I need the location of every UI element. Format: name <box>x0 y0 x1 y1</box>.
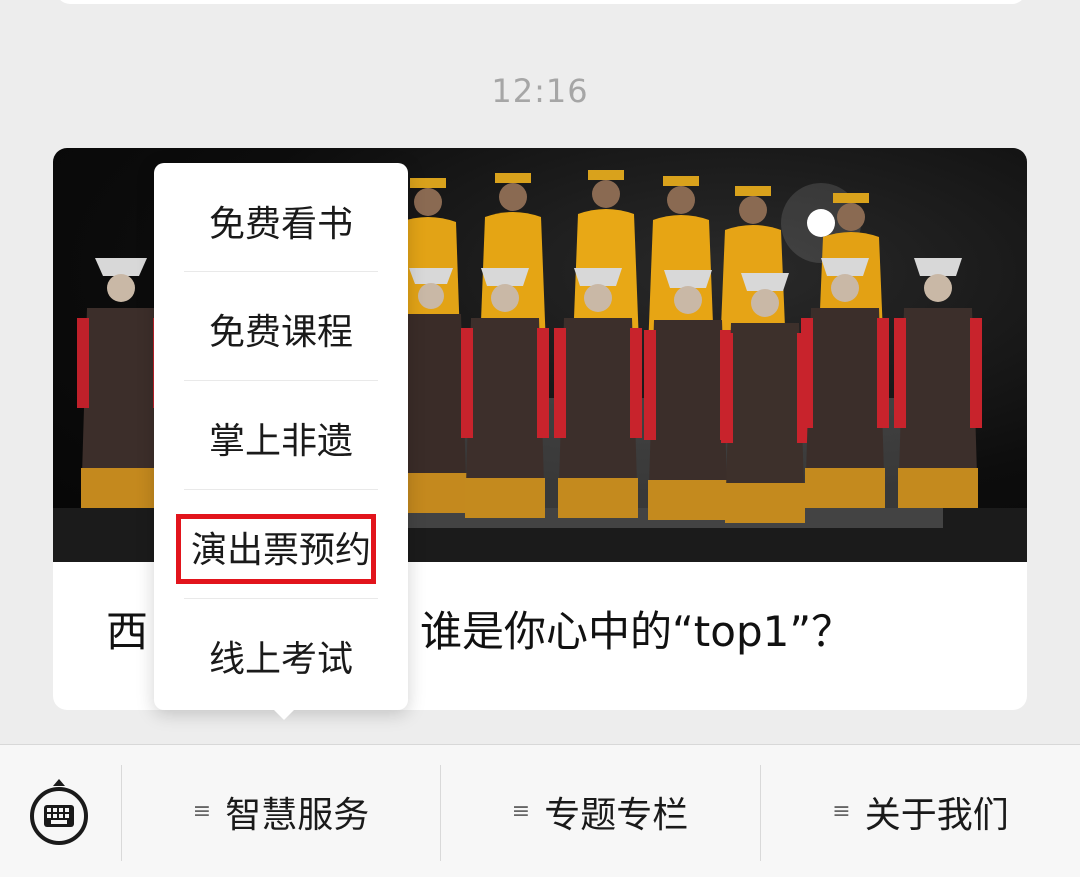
menu-lines-icon: ≡ <box>192 798 212 824</box>
menu-item-free-courses[interactable]: 免费课程 <box>184 275 378 383</box>
highlight-box <box>176 514 376 584</box>
tab-label: 智慧服务 <box>225 794 370 836</box>
menu-divider <box>184 489 378 490</box>
bottom-menu-bar: ≡ 智慧服务 ≡ 专题专栏 ≡ 关于我们 <box>0 744 1080 877</box>
menu-lines-icon: ≡ <box>511 798 531 824</box>
article-title-right: 谁是你心中的“top1”？ <box>420 607 854 656</box>
article-title-left: 西 <box>106 607 149 656</box>
menu-pointer-arrow <box>270 706 298 720</box>
keyboard-keys-icon <box>44 805 74 827</box>
menu-divider <box>184 271 378 272</box>
service-submenu: 免费看书 免费课程 掌上非遗 演出票预约 线上考试 <box>154 163 408 710</box>
keyboard-icon[interactable] <box>30 779 88 845</box>
tab-smart-services[interactable]: ≡ 智慧服务 <box>122 745 440 877</box>
menu-item-intangible-heritage[interactable]: 掌上非遗 <box>184 384 378 492</box>
chat-screen: 12:16 西 谁是你心中的“top1”？ 免费看书 免费课程 掌上非遗 演出票… <box>0 0 1080 877</box>
menu-divider <box>184 380 378 381</box>
menu-lines-icon: ≡ <box>832 798 851 824</box>
tab-special-topics[interactable]: ≡ 专题专栏 <box>441 745 759 877</box>
switch-arrow-icon <box>53 779 65 786</box>
tab-label: 关于我们 <box>864 794 1009 836</box>
menu-divider <box>184 598 378 599</box>
previous-message-card[interactable] <box>56 0 1026 4</box>
tab-about-us[interactable]: ≡ 关于我们 <box>761 745 1080 877</box>
menu-item-free-books[interactable]: 免费看书 <box>184 167 378 275</box>
message-timestamp: 12:16 <box>491 72 589 110</box>
tab-label: 专题专栏 <box>544 794 689 836</box>
menu-item-online-exam[interactable]: 线上考试 <box>184 602 378 710</box>
